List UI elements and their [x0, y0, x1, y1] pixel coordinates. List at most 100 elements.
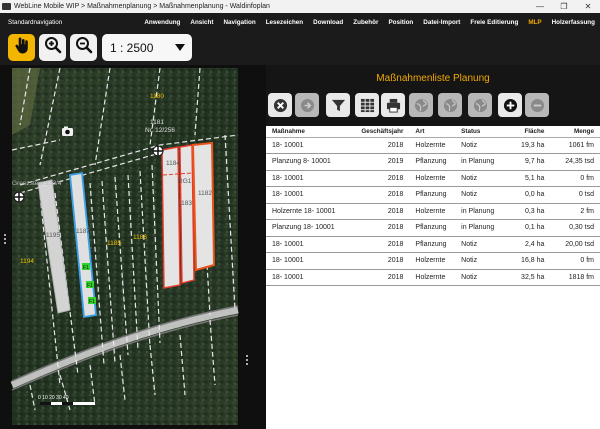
table-cell: Notiz: [455, 269, 503, 286]
table-cell: Notiz: [455, 186, 503, 204]
table-cell: 0,1 ha: [502, 219, 551, 237]
table-view-button[interactable]: [355, 93, 379, 117]
boundary-label: Grenzstein 123/4: [12, 180, 62, 187]
measures-table: Maßnahme Geschäftsjahr Art Status Fläche…: [266, 126, 600, 286]
crosshair-icon[interactable]: [152, 145, 164, 157]
menu-holzerfassung[interactable]: Holzerfassung: [547, 19, 600, 26]
menu-lesezeichen[interactable]: Lesezeichen: [261, 19, 308, 26]
menu-anwendung[interactable]: Anwendung: [139, 19, 185, 26]
column-header[interactable]: Menge: [550, 126, 600, 138]
map-view[interactable]: 1180 Nr. 12/256 1181 Grenzstein 123/4 11…: [0, 65, 266, 429]
table-row[interactable]: Holzernte 18- 10001 2018 Holzernte in Planu…: [266, 203, 600, 220]
delete-button[interactable]: [268, 93, 292, 117]
table-cell: 24,35 tsd: [550, 153, 600, 171]
table-cell: in Planung: [455, 153, 503, 171]
table-row[interactable]: 18- 10001 2018 Holzernte Notiz 16,8 ha 0 fm: [266, 252, 600, 270]
column-header[interactable]: Fläche: [502, 126, 551, 138]
filter-button[interactable]: [326, 93, 350, 117]
minimize-button[interactable]: —: [528, 0, 552, 13]
map-canvas[interactable]: 1180 Nr. 12/256 1181 Grenzstein 123/4 11…: [0, 65, 266, 429]
table-cell: 2018: [355, 219, 410, 237]
menu-download[interactable]: Download: [308, 19, 348, 26]
table-row[interactable]: 18- 10001 2018 Pflanzung Notiz 0,0 ha 0 tsd: [266, 186, 600, 204]
stand-label: 1194: [20, 258, 34, 265]
stand-label: 1181: [150, 119, 164, 126]
table-cell: 2018: [355, 236, 410, 253]
zoom-out-icon: [75, 36, 93, 59]
printer-icon: [386, 98, 400, 113]
globe-button-3[interactable]: [468, 93, 492, 117]
table-cell: Notiz: [455, 137, 503, 154]
add-button[interactable]: [498, 93, 522, 117]
table-cell: 18- 10001: [266, 170, 356, 187]
maximize-button[interactable]: ❐: [552, 0, 576, 13]
menu-mlp[interactable]: MLP: [523, 19, 546, 26]
menu-freie-editierung[interactable]: Freie Editierung: [465, 19, 523, 26]
stand-label: 1185: [107, 240, 121, 247]
collapse-handle-left[interactable]: [4, 234, 7, 244]
zoom-in-button[interactable]: [39, 34, 66, 61]
forward-button[interactable]: [295, 93, 319, 117]
stand-label: 1180: [150, 93, 164, 100]
table-cell: Pflanzung: [409, 236, 456, 253]
table-cell: 2018: [355, 186, 410, 204]
menu-zubehoer[interactable]: Zubehör: [348, 19, 383, 26]
globe-icon: [443, 98, 457, 112]
window-title: WebLine Mobile WIP > Maßnahmenplanung > …: [14, 3, 270, 10]
svg-text:0 10 20 30 40: 0 10 20 30 40: [38, 395, 69, 401]
menu-datei-import[interactable]: Datei-Import: [418, 19, 465, 26]
zoom-out-button[interactable]: [70, 34, 97, 61]
marker-f1-label: F1: [83, 265, 89, 271]
column-header[interactable]: Maßnahme: [266, 126, 356, 138]
panel-resize-handle[interactable]: [246, 355, 249, 365]
pan-tool-button[interactable]: [8, 34, 35, 61]
table-cell: Holzernte: [409, 203, 456, 220]
menu-position[interactable]: Position: [383, 19, 418, 26]
globe-button-2[interactable]: [438, 93, 462, 117]
print-button[interactable]: [381, 93, 405, 117]
table-row[interactable]: 18- 10001 2018 Holzernte Notiz 32,5 ha 1818 f…: [266, 269, 600, 286]
globe-button-1[interactable]: [409, 93, 433, 117]
table-cell: 32,5 ha: [502, 269, 551, 286]
table-cell: 2018: [355, 252, 410, 270]
table-cell: 0,3 ha: [502, 203, 551, 220]
table-cell: Holzernte: [409, 137, 456, 154]
menu-navigation[interactable]: Navigation: [219, 19, 261, 26]
globe-icon: [473, 98, 487, 112]
table-cell: 16,8 ha: [502, 252, 551, 270]
table-row[interactable]: Planzung 18- 10001 2018 Pflanzung in Planun…: [266, 219, 600, 237]
table-cell: Holzernte 18- 10001: [266, 203, 356, 220]
globe-icon: [414, 98, 428, 112]
scale-select[interactable]: 1 : 2500: [102, 34, 192, 61]
table-cell: in Planung: [455, 219, 503, 237]
table-row[interactable]: 18- 10001 2018 Pflanzung Notiz 2,4 ha 20,00 t…: [266, 236, 600, 253]
column-header[interactable]: Geschäftsjahr: [355, 126, 410, 138]
table-row[interactable]: Planzung 8- 10001 2019 Pflanzung in Planung…: [266, 153, 600, 171]
table-cell: 0,30 tsd: [550, 219, 600, 237]
table-cell: 18- 10001: [266, 252, 356, 270]
window-titlebar: WebLine Mobile WIP > Maßnahmenplanung > …: [0, 0, 600, 13]
grid-icon: [360, 98, 374, 112]
table-row[interactable]: 18- 10001 2018 Holzernte Notiz 19,3 ha 1061 f…: [266, 137, 600, 154]
stand-label: 1186: [133, 234, 147, 241]
column-header[interactable]: Status: [455, 126, 503, 138]
measures-table-container: Maßnahme Geschäftsjahr Art Status Fläche…: [266, 126, 600, 429]
rg-label: RG1: [178, 178, 192, 185]
chevron-down-icon: [175, 44, 185, 51]
table-cell: Holzernte: [409, 252, 456, 270]
table-cell: Notiz: [455, 252, 503, 270]
map-toolbar: 1 : 2500: [0, 31, 600, 65]
app-logo-icon: [2, 3, 11, 10]
minus-circle-icon: [530, 98, 544, 112]
remove-button[interactable]: [525, 93, 549, 117]
crosshair-icon[interactable]: [13, 191, 25, 203]
menu-ansicht[interactable]: Ansicht: [185, 19, 218, 26]
close-window-button[interactable]: ✕: [576, 0, 600, 13]
stand-label: 1195: [46, 232, 60, 239]
table-cell: 2 fm: [550, 203, 600, 220]
marker-f1-label: F1: [87, 283, 93, 289]
table-cell: Planzung 8- 10001: [266, 153, 356, 171]
table-row[interactable]: 18- 10001 2018 Holzernte Notiz 5,1 ha 0 fm: [266, 170, 600, 187]
column-header[interactable]: Art: [409, 126, 456, 138]
close-circle-icon: [273, 98, 287, 112]
